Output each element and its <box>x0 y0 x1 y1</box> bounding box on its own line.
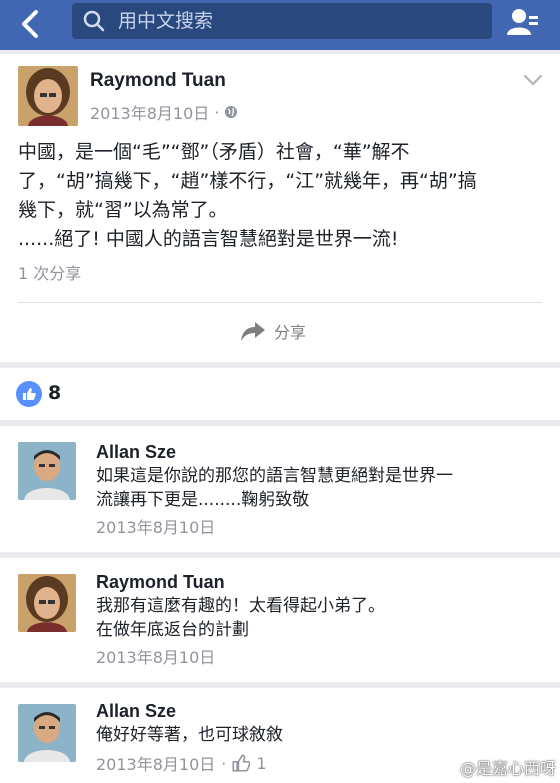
top-bar <box>0 0 560 50</box>
divider <box>18 302 542 303</box>
share-button[interactable]: 分享 <box>240 316 306 346</box>
share-arrow-icon <box>241 322 265 341</box>
comment-text-line: 如果這是你說的那您的語言智慧更絕對是世界一 <box>96 466 453 486</box>
post-text: 中國，是一個“毛”“鄧”（矛盾）社會，“華”解不 了，“胡”搞幾下，“趙”樣不行… <box>18 138 538 254</box>
separator-dot: · <box>221 753 227 773</box>
comment-text-line: 流讓再下更是........鞠躬致敬 <box>96 490 310 510</box>
avatar[interactable] <box>18 574 76 632</box>
chevron-down-icon[interactable] <box>522 72 544 88</box>
comment-text-line: 俺好好等著，也可球敘敘 <box>96 725 283 745</box>
post-text-line: 幾下，就“習”以為常了。 <box>18 199 228 221</box>
separator-dot: · <box>214 102 220 122</box>
avatar[interactable] <box>18 442 76 500</box>
post-date[interactable]: 2013年8月10日 <box>90 100 209 124</box>
back-button[interactable] <box>10 6 50 42</box>
comment-date-text[interactable]: 2013年8月10日 <box>96 751 215 775</box>
like-count: 8 <box>48 382 62 404</box>
likes-bar[interactable]: 8 <box>0 368 560 420</box>
comment-text: 我那有這麼有趣的！太看得起小弟了。 在做年底返台的計劃 <box>96 594 385 642</box>
friend-requests-icon <box>507 9 538 35</box>
friend-requests-button[interactable] <box>500 4 544 40</box>
comment-text-line: 我那有這麼有趣的！太看得起小弟了。 <box>96 596 385 616</box>
search-box[interactable] <box>72 3 492 39</box>
globe-icon <box>225 106 238 118</box>
profile-photo-icon <box>18 574 76 632</box>
comment-text-line: 在做年底返台的計劃 <box>96 620 249 640</box>
comment-text: 俺好好等著，也可球敘敘 <box>96 723 283 747</box>
share-label: 分享 <box>274 323 307 342</box>
like-icon <box>16 381 42 407</box>
post-card: Raymond Tuan 2013年8月10日 · 中國，是一個“毛”“鄧”（矛… <box>0 54 560 362</box>
comment-date-text[interactable]: 2013年8月10日 <box>96 514 215 538</box>
comment-date: 2013年8月10日 <box>96 514 215 538</box>
profile-photo-icon <box>18 704 76 762</box>
post-meta: 2013年8月10日 · <box>90 100 238 124</box>
search-icon <box>83 10 105 32</box>
watermark: @是嘉心西呀 <box>436 755 556 779</box>
comment-item: Raymond Tuan 我那有這麼有趣的！太看得起小弟了。 在做年底返台的計劃… <box>0 558 560 682</box>
comment-text: 如果這是你說的那您的語言智慧更絕對是世界一 流讓再下更是........鞠躬致敬 <box>96 464 453 512</box>
comment-author-name[interactable]: Allan Sze <box>96 442 176 463</box>
comment-author-name[interactable]: Allan Sze <box>96 701 176 722</box>
avatar[interactable] <box>18 66 78 126</box>
post-text-line: 中國，是一個“毛”“鄧”（矛盾）社會，“華”解不 <box>18 141 410 163</box>
post-text-line: ......絕了! 中國人的語言智慧絕對是世界一流! <box>18 228 399 250</box>
watermark-text: @是嘉心西呀 <box>459 759 556 778</box>
search-input[interactable] <box>118 8 478 34</box>
post-author-name[interactable]: Raymond Tuan <box>90 70 226 92</box>
comment-date: 2013年8月10日 <box>96 644 215 668</box>
weibo-logo-icon <box>436 760 455 775</box>
share-count[interactable]: 1 次分享 <box>18 260 81 284</box>
comment-date: 2013年8月10日 · 1 <box>96 751 267 775</box>
thumbs-up-icon[interactable] <box>232 754 251 772</box>
comment-like-count: 1 <box>256 753 267 773</box>
avatar[interactable] <box>18 704 76 762</box>
post-text-line: 了，“胡”搞幾下，“趙”樣不行，“江”就幾年，再“胡”搞 <box>18 170 477 192</box>
profile-photo-icon <box>18 442 76 500</box>
comment-date-text[interactable]: 2013年8月10日 <box>96 644 215 668</box>
back-arrow-icon <box>22 10 38 38</box>
comment-author-name[interactable]: Raymond Tuan <box>96 572 225 593</box>
profile-photo-icon <box>18 66 78 126</box>
comment-item: Allan Sze 如果這是你說的那您的語言智慧更絕對是世界一 流讓再下更是..… <box>0 426 560 552</box>
